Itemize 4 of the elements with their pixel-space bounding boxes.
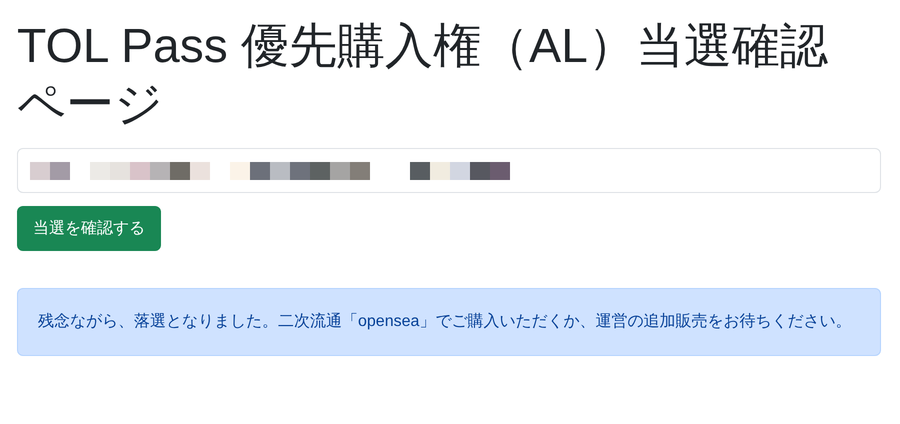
alert-message: 残念ながら、落選となりました。二次流通「opensea」でご購入いただくか、運営の追加販売をお待ちください。 [38, 312, 852, 332]
input-field[interactable] [17, 148, 881, 193]
page-title: TOL Pass 優先購入権（AL）当選確認ページ [17, 19, 829, 133]
check-result-button[interactable]: 当選を確認する [17, 206, 161, 251]
